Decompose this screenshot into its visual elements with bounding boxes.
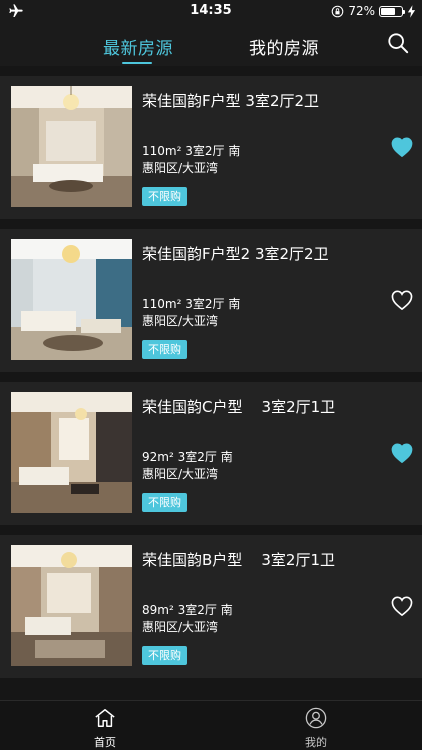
purchase-tag: 不限购: [142, 340, 187, 359]
home-icon: [95, 709, 115, 727]
listing-region: 惠阳区/大亚湾: [142, 467, 219, 481]
listing-area: 110m²: [142, 144, 182, 158]
tabbar-mine-label: 我的: [305, 736, 327, 749]
listing-layout: 3室2厅 南: [185, 144, 241, 158]
listing-photo: [11, 545, 132, 666]
bottom-tab-bar: 首页 我的: [0, 700, 422, 750]
listing-region: 惠阳区/大亚湾: [142, 314, 219, 328]
listing-title: 荣佳国韵F户型2 3室2厅2卫: [142, 245, 329, 263]
heart-icon[interactable]: [391, 443, 413, 463]
user-icon: [305, 707, 327, 729]
listing-item[interactable]: 荣佳国韵B户型 3室2厅1卫 89m² 3室2厅 南 惠阳区/大亚湾 不限购: [0, 535, 422, 678]
tab-latest-listings[interactable]: 最新房源: [103, 34, 173, 59]
listing-layout: 3室2厅 南: [177, 450, 233, 464]
listing-area: 110m²: [142, 297, 182, 311]
purchase-tag: 不限购: [142, 493, 187, 512]
battery-icon: [379, 5, 405, 17]
battery-level: [381, 7, 396, 15]
listing-item[interactable]: 荣佳国韵F户型 3室2厅2卫 110m² 3室2厅 南 惠阳区/大亚湾 不限购: [0, 76, 422, 219]
purchase-tag: 不限购: [142, 646, 187, 665]
battery-percent: 72%: [348, 4, 375, 18]
active-tab-indicator: [122, 62, 152, 64]
listing-title: 荣佳国韵B户型 3室2厅1卫: [142, 551, 335, 569]
heart-icon[interactable]: [391, 137, 413, 157]
listing-photo: [11, 239, 132, 360]
listing-specs: 110m² 3室2厅 南: [142, 142, 240, 159]
listing-layout: 3室2厅 南: [177, 603, 233, 617]
status-right: 72%: [331, 3, 416, 19]
heart-icon[interactable]: [391, 596, 413, 616]
listing-area: 89m²: [142, 603, 174, 617]
status-bar: 14:35 72%: [0, 0, 422, 22]
search-icon[interactable]: [387, 32, 409, 54]
listing-photo: [11, 86, 132, 207]
charging-icon: [407, 4, 416, 18]
rotation-lock-icon: [332, 5, 344, 17]
listing-list[interactable]: 荣佳国韵F户型 3室2厅2卫 110m² 3室2厅 南 惠阳区/大亚湾 不限购 …: [0, 66, 422, 700]
listing-specs: 92m² 3室2厅 南: [142, 448, 233, 465]
tabbar-home-label: 首页: [94, 736, 116, 749]
listing-area: 92m²: [142, 450, 174, 464]
listing-title: 荣佳国韵F户型 3室2厅2卫: [142, 92, 320, 110]
tab-my-listings[interactable]: 我的房源: [249, 34, 319, 59]
header: 最新房源 我的房源: [0, 22, 422, 66]
listing-region: 惠阳区/大亚湾: [142, 620, 219, 634]
tabbar-mine[interactable]: 我的: [286, 707, 346, 750]
tabbar-home[interactable]: 首页: [75, 707, 135, 750]
listing-specs: 110m² 3室2厅 南: [142, 295, 240, 312]
listing-region: 惠阳区/大亚湾: [142, 161, 219, 175]
purchase-tag: 不限购: [142, 187, 187, 206]
listing-item[interactable]: 荣佳国韵C户型 3室2厅1卫 92m² 3室2厅 南 惠阳区/大亚湾 不限购: [0, 382, 422, 525]
listing-item[interactable]: 荣佳国韵F户型2 3室2厅2卫 110m² 3室2厅 南 惠阳区/大亚湾 不限购: [0, 229, 422, 372]
listing-specs: 89m² 3室2厅 南: [142, 601, 233, 618]
listing-photo: [11, 392, 132, 513]
listing-layout: 3室2厅 南: [185, 297, 241, 311]
heart-icon[interactable]: [391, 290, 413, 310]
listing-title: 荣佳国韵C户型 3室2厅1卫: [142, 398, 336, 416]
